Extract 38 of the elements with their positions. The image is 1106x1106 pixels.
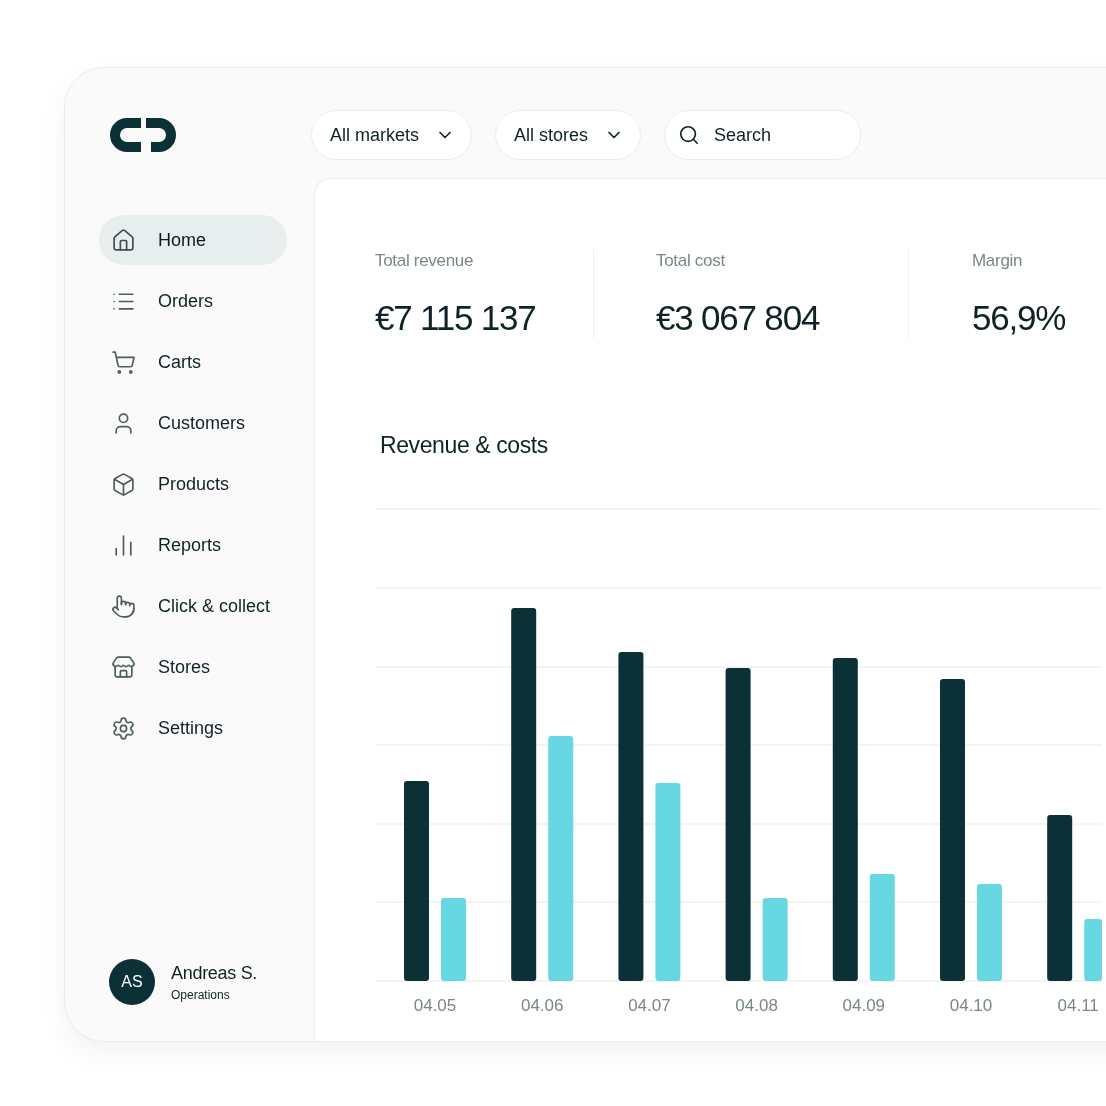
stat-value: €3 067 804 xyxy=(656,298,821,338)
sidebar-item[interactable]: Reports xyxy=(99,520,287,570)
house-icon xyxy=(111,227,136,253)
chart-title: Revenue & costs xyxy=(380,431,548,459)
user-name: Andreas S. xyxy=(171,962,258,984)
sidebar-item[interactable]: Home xyxy=(99,215,287,265)
sidebar-item[interactable]: Customers xyxy=(99,398,287,448)
search-icon xyxy=(678,124,701,146)
axis-label: 04.11 xyxy=(1057,996,1099,1015)
cart-icon xyxy=(111,349,136,375)
cost-bar xyxy=(1084,919,1102,981)
search-field[interactable]: Search xyxy=(664,110,862,160)
filter-dropdown[interactable]: All stores xyxy=(495,110,642,160)
axis-label: 04.09 xyxy=(842,996,886,1015)
cube-icon xyxy=(111,471,136,497)
sidebar-item[interactable]: Orders xyxy=(99,276,287,326)
axis-label: 04.06 xyxy=(520,996,564,1015)
sidebar-item[interactable]: Products xyxy=(99,459,287,509)
axis-label: 04.07 xyxy=(628,996,671,1015)
stat-value: €7 115 137 xyxy=(375,298,537,338)
user-role: Operations xyxy=(171,988,231,1002)
sidebar-item[interactable]: Click & collect xyxy=(99,581,287,631)
logo-icon xyxy=(110,118,176,152)
sidebar-item[interactable]: Carts xyxy=(99,337,287,387)
stat-label: Total cost xyxy=(656,251,726,271)
avatar: AS xyxy=(109,959,155,1005)
sidebar-item[interactable]: Settings xyxy=(99,703,287,753)
axis-label: 04.05 xyxy=(413,996,457,1015)
stat-label: Margin xyxy=(972,251,1024,271)
stat-value: 56,9% xyxy=(972,298,1066,338)
filter-dropdown[interactable]: All markets xyxy=(311,110,472,160)
axis-label: 04.08 xyxy=(735,996,778,1015)
settings-icon xyxy=(111,715,136,741)
pointing-hand-icon xyxy=(111,593,136,619)
stat-label: Total revenue xyxy=(375,251,475,271)
store-icon xyxy=(111,654,136,680)
sidebar-item[interactable]: Stores xyxy=(99,642,287,692)
axis-label: 04.10 xyxy=(949,996,993,1015)
